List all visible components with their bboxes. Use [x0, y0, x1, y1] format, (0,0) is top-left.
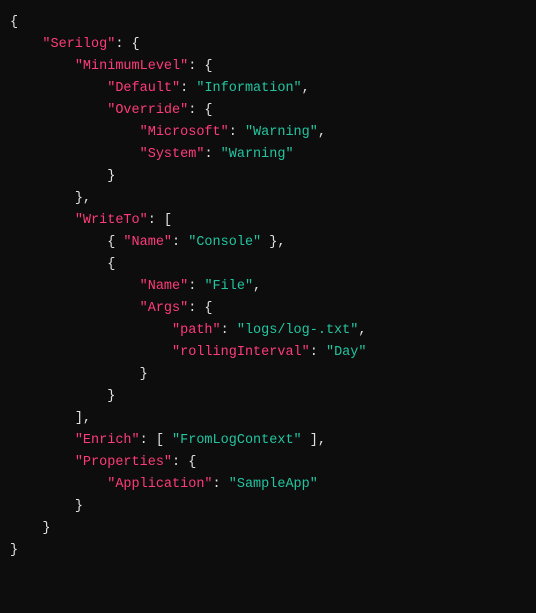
- json-punct: : {: [188, 301, 212, 316]
- json-key: "Name": [140, 279, 189, 294]
- code-line: "Args": {: [10, 298, 526, 320]
- json-string: "FromLogContext": [172, 433, 302, 448]
- json-key: "Serilog": [42, 37, 115, 52]
- json-string: "File": [204, 279, 253, 294]
- json-string: "Information": [196, 81, 301, 96]
- json-punct: {: [107, 257, 115, 272]
- json-punct: }: [75, 499, 83, 514]
- code-line: }: [10, 496, 526, 518]
- json-punct: : [: [148, 213, 172, 228]
- json-key: "MinimumLevel": [75, 59, 188, 74]
- json-string: "Day": [326, 345, 367, 360]
- json-punct: :: [180, 81, 196, 96]
- code-line: "WriteTo": [: [10, 210, 526, 232]
- code-line: "Properties": {: [10, 452, 526, 474]
- json-punct: :: [204, 147, 220, 162]
- json-key: "Application": [107, 477, 212, 492]
- code-line: }: [10, 386, 526, 408]
- json-punct: :: [213, 477, 229, 492]
- json-key: "System": [140, 147, 205, 162]
- json-string: "Warning": [245, 125, 318, 140]
- code-line: {: [10, 254, 526, 276]
- json-punct: :: [172, 235, 188, 250]
- code-line: },: [10, 188, 526, 210]
- json-key: "rollingInterval": [172, 345, 310, 360]
- code-line: {: [10, 12, 526, 34]
- code-line: "Default": "Information",: [10, 78, 526, 100]
- json-punct: : {: [188, 103, 212, 118]
- json-key: "Name": [123, 235, 172, 250]
- json-key: "Enrich": [75, 433, 140, 448]
- json-key: "path": [172, 323, 221, 338]
- code-line: }: [10, 364, 526, 386]
- json-punct: ],: [302, 433, 326, 448]
- json-punct: }: [107, 389, 115, 404]
- code-line: }: [10, 540, 526, 562]
- json-punct: ,: [358, 323, 366, 338]
- json-punct: {: [10, 15, 18, 30]
- json-punct: : {: [115, 37, 139, 52]
- json-punct: }: [140, 367, 148, 382]
- code-line: "System": "Warning": [10, 144, 526, 166]
- json-punct: ],: [75, 411, 91, 426]
- json-punct: },: [261, 235, 285, 250]
- json-punct: :: [310, 345, 326, 360]
- json-key: "WriteTo": [75, 213, 148, 228]
- code-line: "Override": {: [10, 100, 526, 122]
- json-punct: :: [229, 125, 245, 140]
- json-punct: }: [10, 543, 18, 558]
- code-line: }: [10, 166, 526, 188]
- json-string: "Warning": [221, 147, 294, 162]
- json-punct: : {: [172, 455, 196, 470]
- json-punct: : [: [140, 433, 172, 448]
- code-line: "Enrich": [ "FromLogContext" ],: [10, 430, 526, 452]
- json-key: "Args": [140, 301, 189, 316]
- json-punct: : {: [188, 59, 212, 74]
- code-line: "Serilog": {: [10, 34, 526, 56]
- code-block: { "Serilog": { "MinimumLevel": { "Defaul…: [0, 0, 536, 574]
- json-key: "Microsoft": [140, 125, 229, 140]
- code-line: { "Name": "Console" },: [10, 232, 526, 254]
- json-punct: ,: [318, 125, 326, 140]
- json-punct: :: [188, 279, 204, 294]
- code-line: "Name": "File",: [10, 276, 526, 298]
- code-line: }: [10, 518, 526, 540]
- json-key: "Override": [107, 103, 188, 118]
- json-string: "SampleApp": [229, 477, 318, 492]
- code-line: "Application": "SampleApp": [10, 474, 526, 496]
- json-key: "Properties": [75, 455, 172, 470]
- json-punct: ,: [253, 279, 261, 294]
- code-line: "Microsoft": "Warning",: [10, 122, 526, 144]
- json-punct: },: [75, 191, 91, 206]
- json-punct: }: [107, 169, 115, 184]
- json-punct: :: [221, 323, 237, 338]
- json-punct: ,: [302, 81, 310, 96]
- code-line: ],: [10, 408, 526, 430]
- json-key: "Default": [107, 81, 180, 96]
- json-punct: {: [107, 235, 123, 250]
- json-punct: }: [42, 521, 50, 536]
- code-line: "MinimumLevel": {: [10, 56, 526, 78]
- code-line: "path": "logs/log-.txt",: [10, 320, 526, 342]
- json-string: "logs/log-.txt": [237, 323, 359, 338]
- json-string: "Console": [188, 235, 261, 250]
- code-line: "rollingInterval": "Day": [10, 342, 526, 364]
